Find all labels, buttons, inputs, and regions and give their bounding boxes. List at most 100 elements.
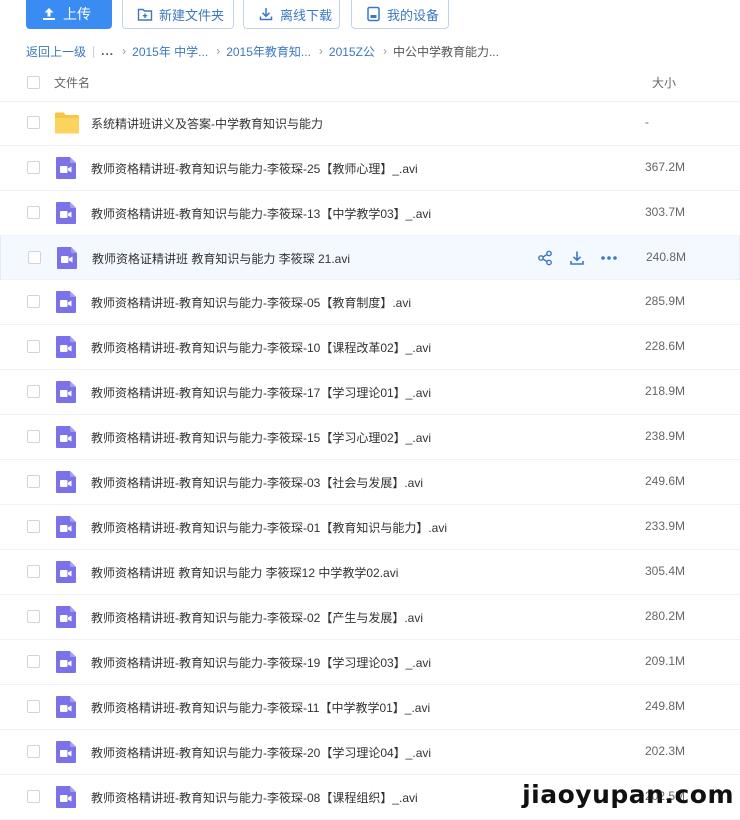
row-checkbox[interactable] xyxy=(27,206,40,219)
file-size: 218.9M xyxy=(645,384,686,398)
offline-download-label: 离线下载 xyxy=(280,7,333,23)
video-file-icon xyxy=(54,605,80,629)
row-actions xyxy=(535,249,631,267)
file-name[interactable]: 教师资格精讲班-教育知识与能力-李筱琛-05【教育制度】.avi xyxy=(91,294,411,311)
breadcrumb-item[interactable]: 2015年 中学... xyxy=(132,43,208,60)
breadcrumb-item[interactable]: 2015Z公 xyxy=(329,43,375,60)
file-name[interactable]: 教师资格精讲班-教育知识与能力-李筱琛-19【学习理论03】_.avi xyxy=(91,654,431,671)
file-name[interactable]: 教师资格精讲班-教育知识与能力-李筱琛-15【学习心理02】_.avi xyxy=(91,429,431,446)
offline-download-button[interactable]: 离线下载 xyxy=(243,0,340,29)
file-row[interactable]: 教师资格精讲班-教育知识与能力-李筱琛-20【学习理论04】_.avi 202.3… xyxy=(0,730,740,775)
video-file-icon xyxy=(54,560,80,584)
video-file-icon xyxy=(54,740,80,764)
column-size-header[interactable]: 大小 xyxy=(652,74,676,91)
row-checkbox[interactable] xyxy=(27,295,40,308)
file-size: 367.2M xyxy=(645,160,686,174)
video-file-icon xyxy=(54,380,80,404)
file-row[interactable]: 教师资格精讲班-教育知识与能力-李筱琛-13【中学教学03】_.avi 303.7… xyxy=(0,191,740,236)
file-size: - xyxy=(645,115,649,129)
breadcrumb: 返回上一级 | ... › 2015年 中学... › 2015年教育知... … xyxy=(26,43,730,59)
row-checkbox[interactable] xyxy=(27,340,40,353)
file-size: 285.9M xyxy=(645,294,686,308)
file-name[interactable]: 教师资格精讲班-教育知识与能力-李筱琛-08【课程组织】_.avi xyxy=(91,789,418,806)
breadcrumb-current: 中公中学教育能力... xyxy=(392,44,499,59)
video-file-icon xyxy=(54,425,80,449)
file-name[interactable]: 教师资格精讲班-教育知识与能力-李筱琛-25【教师心理】_.avi xyxy=(91,160,418,177)
file-row[interactable]: 教师资格精讲班-教育知识与能力-李筱琛-11【中学教学01】_.avi 249.8… xyxy=(0,685,740,730)
file-name[interactable]: 教师资格精讲班-教育知识与能力-李筱琛-17【学习理论01】_.avi xyxy=(91,384,431,401)
watermark: jiaoyupan.com xyxy=(522,780,734,809)
row-checkbox[interactable] xyxy=(27,385,40,398)
file-row[interactable]: 教师资格精讲班-教育知识与能力-李筱琛-15【学习心理02】_.avi 238.9… xyxy=(0,415,740,460)
my-devices-button[interactable]: 我的设备 xyxy=(351,0,449,29)
row-checkbox[interactable] xyxy=(27,790,40,803)
breadcrumb-separator: › xyxy=(216,44,221,58)
video-file-icon xyxy=(54,470,80,494)
device-icon xyxy=(367,6,380,22)
file-name[interactable]: 教师资格精讲班-教育知识与能力-李筱琛-03【社会与发展】.avi xyxy=(91,474,423,491)
video-file-icon xyxy=(54,515,80,539)
row-checkbox[interactable] xyxy=(27,475,40,488)
breadcrumb-separator: › xyxy=(382,44,387,58)
breadcrumb-separator: › xyxy=(122,44,127,58)
new-folder-label: 新建文件夹 xyxy=(159,7,225,23)
row-checkbox[interactable] xyxy=(27,700,40,713)
row-checkbox[interactable] xyxy=(27,655,40,668)
file-name[interactable]: 教师资格证精讲班 教育知识与能力 李筱琛 21.avi xyxy=(92,250,350,267)
download-icon[interactable] xyxy=(567,249,587,267)
file-list-header: 文件名 大小 xyxy=(0,62,740,102)
video-file-icon xyxy=(55,246,81,270)
file-row[interactable]: 教师资格精讲班-教育知识与能力-李筱琛-02【产生与发展】.avi 280.2M xyxy=(0,595,740,640)
file-row[interactable]: 教师资格精讲班-教育知识与能力-李筱琛-01【教育知识与能力】.avi 233.9… xyxy=(0,505,740,550)
file-name[interactable]: 教师资格精讲班 教育知识与能力 李筱琛12 中学教学02.avi xyxy=(91,564,398,581)
file-row[interactable]: 教师资格证精讲班 教育知识与能力 李筱琛 21.avi 240.8M xyxy=(0,236,740,280)
row-checkbox[interactable] xyxy=(27,116,40,129)
column-name-header[interactable]: 文件名 xyxy=(54,74,90,91)
file-row[interactable]: 教师资格精讲班-教育知识与能力-李筱琛-05【教育制度】.avi 285.9M xyxy=(0,280,740,325)
video-file-icon xyxy=(54,201,80,225)
file-name[interactable]: 教师资格精讲班-教育知识与能力-李筱琛-10【课程改革02】_.avi xyxy=(91,339,431,356)
file-row[interactable]: 教师资格精讲班-教育知识与能力-李筱琛-25【教师心理】_.avi 367.2M xyxy=(0,146,740,191)
file-row[interactable]: 教师资格精讲班 教育知识与能力 李筱琛12 中学教学02.avi 305.4M xyxy=(0,550,740,595)
select-all-checkbox[interactable] xyxy=(27,76,40,89)
file-name[interactable]: 教师资格精讲班-教育知识与能力-李筱琛-01【教育知识与能力】.avi xyxy=(91,519,447,536)
file-row[interactable]: 教师资格精讲班-教育知识与能力-李筱琛-03【社会与发展】.avi 249.6M xyxy=(0,460,740,505)
file-row[interactable]: 教师资格精讲班-教育知识与能力-李筱琛-10【课程改革02】_.avi 228.6… xyxy=(0,325,740,370)
folder-row[interactable]: 系统精讲班讲义及答案-中学教育知识与能力 - xyxy=(0,101,740,146)
my-devices-label: 我的设备 xyxy=(387,7,440,23)
row-checkbox[interactable] xyxy=(27,161,40,174)
video-file-icon xyxy=(54,695,80,719)
breadcrumb-divider: | xyxy=(92,44,96,58)
new-folder-icon xyxy=(137,8,153,21)
row-checkbox[interactable] xyxy=(27,430,40,443)
file-row[interactable]: 教师资格精讲班-教育知识与能力-李筱琛-17【学习理论01】_.avi 218.9… xyxy=(0,370,740,415)
upload-icon xyxy=(43,8,55,20)
file-size: 240.8M xyxy=(646,250,687,264)
new-folder-button[interactable]: 新建文件夹 xyxy=(122,0,234,29)
file-name[interactable]: 教师资格精讲班-教育知识与能力-李筱琛-13【中学教学03】_.avi xyxy=(91,205,431,222)
video-file-icon xyxy=(54,650,80,674)
back-link[interactable]: 返回上一级 xyxy=(26,43,86,60)
row-checkbox[interactable] xyxy=(28,251,41,264)
breadcrumb-item[interactable]: 2015年教育知... xyxy=(226,43,311,60)
row-checkbox[interactable] xyxy=(27,610,40,623)
file-list: 系统精讲班讲义及答案-中学教育知识与能力 - 教师资格精讲班-教育知识与能力-李筱琛… xyxy=(0,101,740,820)
upload-button[interactable]: 上传 xyxy=(26,0,112,29)
video-file-icon xyxy=(54,290,80,314)
file-name[interactable]: 教师资格精讲班-教育知识与能力-李筱琛-20【学习理论04】_.avi xyxy=(91,744,431,761)
breadcrumb-ellipsis[interactable]: ... xyxy=(101,44,114,58)
file-name[interactable]: 系统精讲班讲义及答案-中学教育知识与能力 xyxy=(91,115,323,132)
file-size: 305.4M xyxy=(645,564,686,578)
file-size: 238.9M xyxy=(645,429,686,443)
row-checkbox[interactable] xyxy=(27,745,40,758)
file-name[interactable]: 教师资格精讲班-教育知识与能力-李筱琛-02【产生与发展】.avi xyxy=(91,609,423,626)
more-icon[interactable] xyxy=(599,249,619,267)
file-name[interactable]: 教师资格精讲班-教育知识与能力-李筱琛-11【中学教学01】_.avi xyxy=(91,699,430,716)
file-size: 233.9M xyxy=(645,519,686,533)
download-icon xyxy=(259,8,273,21)
upload-label: 上传 xyxy=(63,6,91,22)
row-checkbox[interactable] xyxy=(27,520,40,533)
share-icon[interactable] xyxy=(535,249,555,267)
file-row[interactable]: 教师资格精讲班-教育知识与能力-李筱琛-19【学习理论03】_.avi 209.1… xyxy=(0,640,740,685)
row-checkbox[interactable] xyxy=(27,565,40,578)
